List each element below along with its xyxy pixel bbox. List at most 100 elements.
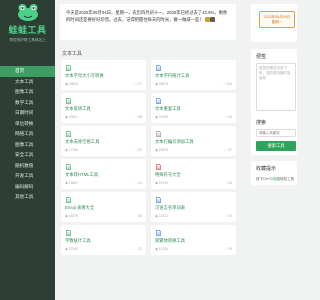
- view-count: ◉ 12345: [65, 247, 78, 251]
- sidebar-item-unit-conversion[interactable]: 单位转换: [0, 119, 55, 130]
- tips-suffix: 蛙蛙工具: [280, 177, 295, 181]
- tool-card[interactable]: 特殊符号大全 ◉ 18742 ♡ 63: [151, 159, 236, 189]
- search-button[interactable]: 搜索工具: [256, 141, 296, 151]
- logo[interactable]: 蛙蛙工具 帮您的好帮工具网站上: [0, 0, 55, 58]
- like-count-value: 43: [228, 214, 232, 218]
- search-title: 搜索: [256, 120, 267, 126]
- memo-placeholder: 将您的想法记录下来，您的想法随时会保存: [259, 66, 291, 80]
- tips-title: 收藏提示: [256, 166, 277, 172]
- tool-name: 文本反转工具: [65, 106, 91, 111]
- tool-card[interactable]: 文本字母大小写转换 ◉ 29833 ♡ 177: [61, 60, 146, 90]
- sidebar-item-security-tools[interactable]: 安全工具: [0, 150, 55, 161]
- sidebar-item-dev-tools[interactable]: 开发工具: [0, 171, 55, 182]
- tool-card[interactable]: 汉语言名单词表 ◉ 16312 ♡ 43: [151, 192, 236, 222]
- document-icon: [66, 131, 71, 137]
- view-count-value: 29833: [68, 82, 78, 86]
- view-count-value: 18742: [158, 181, 168, 185]
- tool-name: 特殊符号大全: [155, 172, 181, 177]
- emoji-icon: [210, 17, 215, 22]
- like-count: ♡ 47: [224, 148, 232, 152]
- like-count: ♡ 57: [134, 148, 142, 152]
- sidebar-nav: 首页 文本工具 图像工具 数学工具 日期时间 单位转换 网络工具 图像工具 安全…: [0, 66, 55, 203]
- document-icon: [156, 197, 161, 203]
- sidebar-item-math-tools[interactable]: 数学工具: [0, 98, 55, 109]
- tool-card[interactable]: 文本重复工具 ◉ 21349 ♡ 54: [151, 93, 236, 123]
- view-count-value: 17236: [68, 148, 78, 152]
- section-title: 文本工具: [62, 51, 83, 57]
- sidebar-item-datetime[interactable]: 日期时间: [0, 108, 55, 119]
- view-count: ◉ 19521: [65, 115, 78, 119]
- tool-name: 文本字母大小写转换: [65, 73, 104, 78]
- date-box: 2025年06月04日星期一: [259, 11, 295, 28]
- search-input[interactable]: [256, 129, 296, 137]
- like-count: ♡ 41: [134, 181, 142, 185]
- like-count-value: 63: [228, 181, 232, 185]
- date-text: 2025年06月04日星期一: [263, 15, 291, 24]
- like-count: ♡ 63: [224, 181, 232, 185]
- view-count: ◉ 29833: [65, 82, 78, 86]
- document-icon: [66, 164, 71, 170]
- sidebar-item-random[interactable]: 随机数值: [0, 161, 55, 172]
- like-count: ♡ 32: [134, 247, 142, 251]
- document-icon: [156, 65, 161, 71]
- memo-textarea[interactable]: 将您的想法记录下来，您的想法随时会保存: [256, 63, 296, 111]
- tool-card[interactable]: 文本字符统计工具 ◉ 34875 ♡ 124: [151, 60, 236, 90]
- like-count-value: 54: [228, 115, 232, 119]
- like-count: ♡ 54: [224, 115, 232, 119]
- view-count: ◉ 17236: [65, 148, 78, 152]
- view-count-value: 16312: [158, 214, 168, 218]
- tool-card[interactable]: 文本行编号添加工具 ◉ 16578 ♡ 47: [151, 126, 236, 156]
- sidebar-item-other-tools[interactable]: 其他工具: [0, 192, 55, 203]
- sidebar-item-text-tools[interactable]: 文本工具: [0, 77, 55, 88]
- frog-logo-icon: [17, 4, 38, 21]
- tool-card[interactable]: Emoji 表情大全 ◉ 14875 ♡ 38: [61, 192, 146, 222]
- view-count-value: 34875: [158, 82, 168, 86]
- sidebar-item-network-tools[interactable]: 网络工具: [0, 129, 55, 140]
- like-count: ♡ 43: [224, 214, 232, 218]
- tool-card[interactable]: 文本转HTML工具 ◉ 16867 ♡ 41: [61, 159, 146, 189]
- like-count-value: 177: [136, 82, 142, 86]
- view-count: ◉ 16867: [65, 181, 78, 185]
- view-count: ◉ 16578: [155, 148, 168, 152]
- document-icon: [66, 65, 71, 71]
- sidebar-item-image-tools[interactable]: 图像工具: [0, 87, 55, 98]
- view-count: ◉ 21349: [155, 115, 168, 119]
- view-count-value: 16578: [158, 148, 168, 152]
- tool-name: 简繁体转换工具: [155, 238, 186, 243]
- tool-name: 汉语言名单词表: [155, 205, 186, 210]
- tool-card[interactable]: 文本反转工具 ◉ 19521 ♡ 58: [61, 93, 146, 123]
- view-count-value: 21349: [158, 115, 168, 119]
- tool-card[interactable]: 简繁体转换工具 ◉ 11234 ♡ 29: [151, 225, 236, 255]
- brand-slogan: 帮您的好帮工具网站上: [9, 38, 46, 42]
- view-count-value: 16867: [68, 181, 78, 185]
- view-count-value: 19521: [68, 115, 78, 119]
- tool-name: 文本转HTML工具: [65, 172, 99, 177]
- like-count: ♡ 58: [134, 115, 142, 119]
- document-icon: [66, 98, 71, 104]
- sidebar-item-graphic-tools[interactable]: 图像工具: [0, 140, 55, 151]
- app-root: 蛙蛙工具 帮您的好帮工具网站上 首页 文本工具 图像工具 数学工具 日期时间 单…: [0, 0, 300, 300]
- view-count: ◉ 34875: [155, 82, 168, 86]
- tool-name: 文本字符统计工具: [155, 73, 190, 78]
- view-count-value: 14875: [68, 214, 78, 218]
- like-count-value: 57: [138, 148, 142, 152]
- notice-line-2: 的时间还是要好好珍惜。过去，记得把握住每天的时光，做一做咸一些！: [66, 17, 204, 22]
- tool-card[interactable]: 字数统计工具 ◉ 12345 ♡ 32: [61, 225, 146, 255]
- notice-text: 今天是2025年06月04日，星期一，农历四月初十一。2025年已经过去了43.…: [66, 9, 231, 23]
- view-count: ◉ 11234: [155, 247, 168, 251]
- tool-card[interactable]: 文本去除空格工具 ◉ 17236 ♡ 57: [61, 126, 146, 156]
- sidebar-item-home[interactable]: 首页: [0, 66, 55, 77]
- tool-name: 字数统计工具: [65, 238, 91, 243]
- like-count-value: 29: [228, 247, 232, 251]
- view-count: ◉ 16312: [155, 214, 168, 218]
- like-count-value: 124: [226, 82, 232, 86]
- like-count-value: 58: [138, 115, 142, 119]
- notice-line-1: 今天是2025年06月04日，星期一，农历四月初十一。2025年已经过去了43.…: [66, 10, 228, 15]
- tool-name: Emoji 表情大全: [65, 205, 95, 210]
- like-count: ♡ 124: [223, 82, 232, 86]
- tips-highlight: 收藏: [273, 177, 281, 181]
- tips-text: 按下Ctrl+D收藏蛙蛙工具: [256, 177, 294, 182]
- document-icon: [156, 131, 161, 137]
- tips-prefix: 按下Ctrl+D: [256, 177, 274, 181]
- sidebar-item-encoding[interactable]: 编码解码: [0, 182, 55, 193]
